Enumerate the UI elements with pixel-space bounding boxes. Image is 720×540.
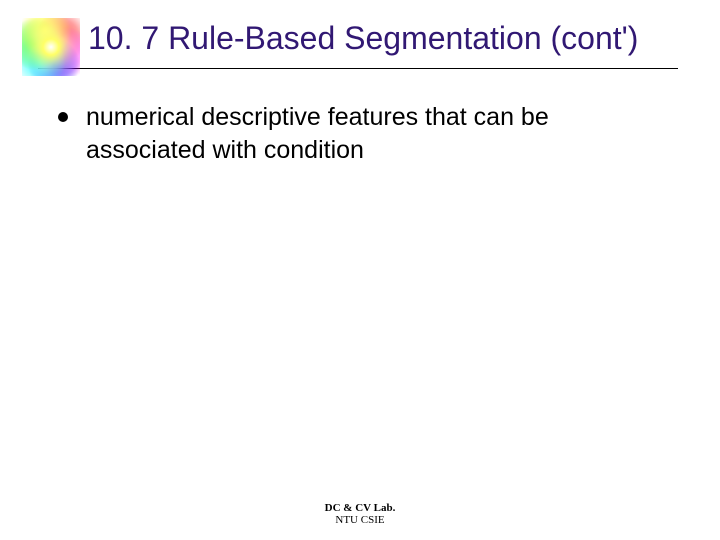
slide: 10. 7 Rule-Based Segmentation (cont') nu… (0, 0, 720, 540)
footer-org: NTU CSIE (0, 514, 720, 526)
slide-title: 10. 7 Rule-Based Segmentation (cont') (88, 18, 690, 58)
footer: DC & CV Lab. NTU CSIE (0, 502, 720, 526)
content-area: numerical descriptive features that can … (0, 69, 720, 166)
bullet-icon (58, 112, 68, 122)
bullet-text: numerical descriptive features that can … (86, 101, 660, 166)
bullet-item: numerical descriptive features that can … (58, 101, 660, 166)
title-area: 10. 7 Rule-Based Segmentation (cont') (0, 0, 720, 69)
footer-lab: DC & CV Lab. (0, 502, 720, 514)
title-underline (38, 68, 678, 69)
color-blob-icon (22, 18, 80, 76)
